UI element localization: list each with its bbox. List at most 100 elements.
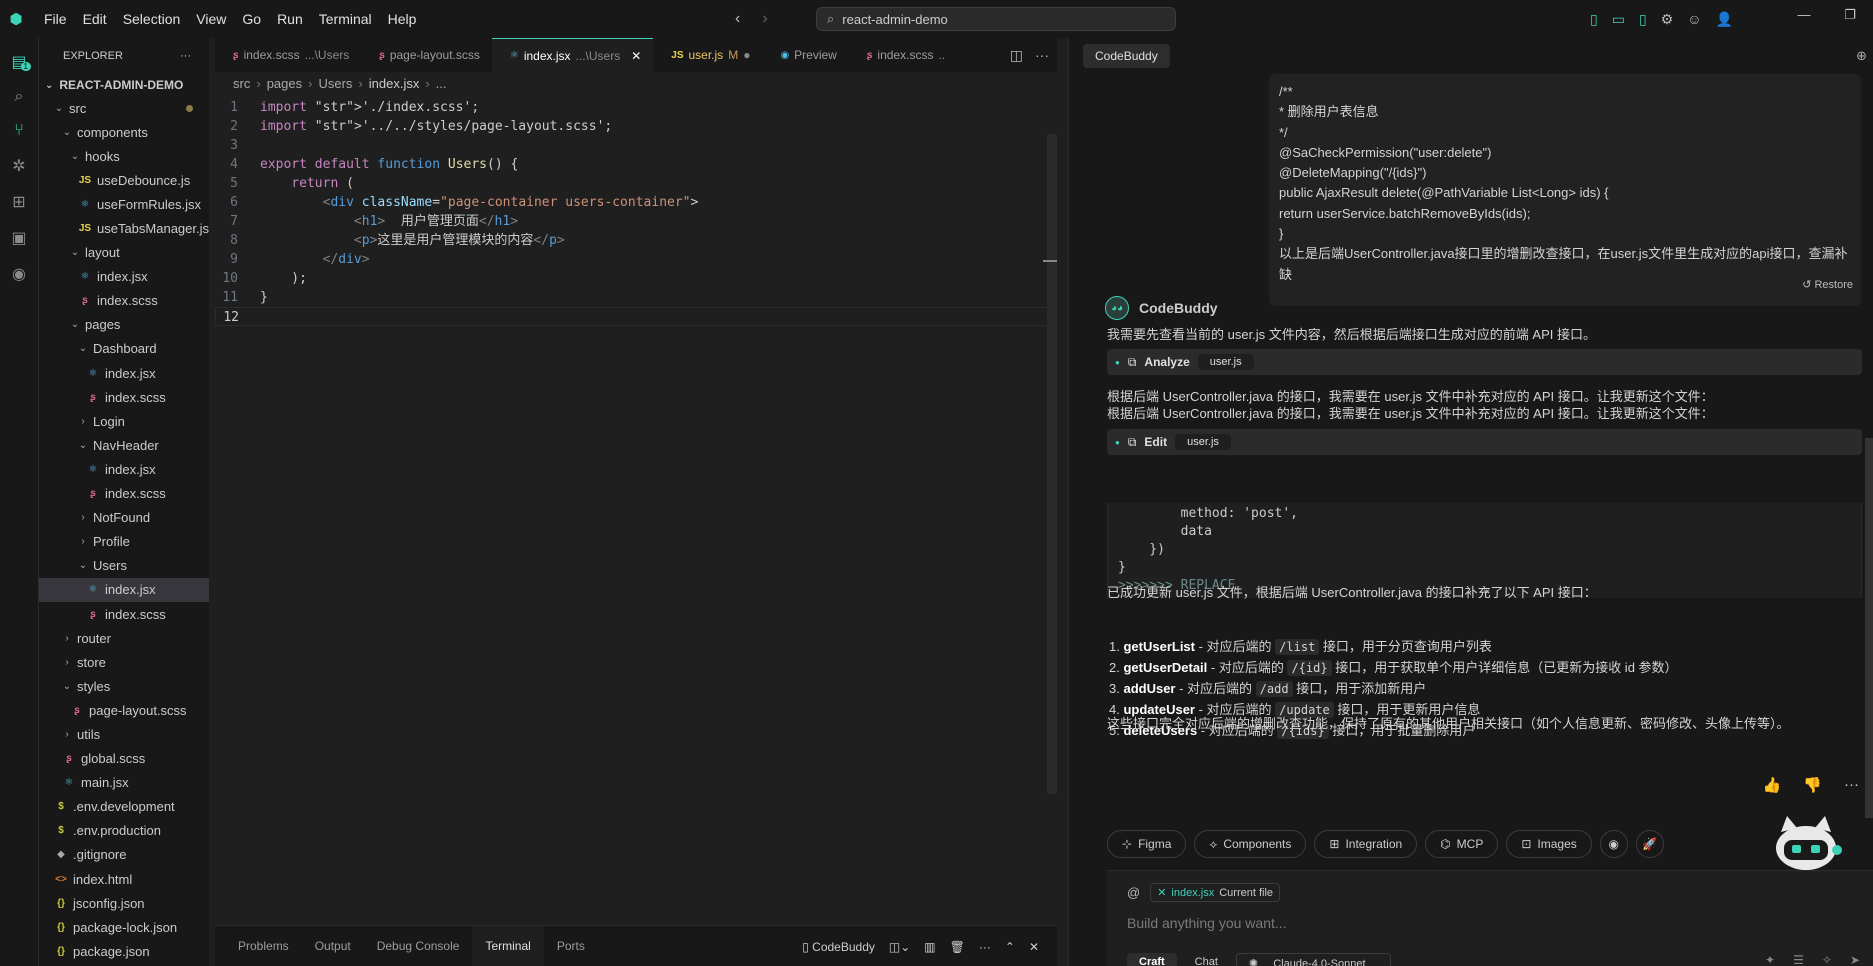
- menu-terminal[interactable]: Terminal: [311, 0, 380, 38]
- edit-tool-call[interactable]: ● ⧉ Edit user.js: [1107, 429, 1862, 455]
- tree-file[interactable]: ʂ index.scss: [39, 385, 209, 409]
- editor-tab[interactable]: JS user.js M ●: [653, 38, 762, 72]
- tree-folder[interactable]: › router: [39, 626, 209, 650]
- breadcrumb-item[interactable]: Users: [318, 76, 352, 91]
- editor-tab[interactable]: ʂ index.scss..: [849, 38, 957, 72]
- menu-file[interactable]: File: [36, 0, 75, 38]
- tree-file[interactable]: ⚛ index.jsx: [39, 577, 209, 602]
- layout-icon[interactable]: ▥: [924, 940, 935, 954]
- source-control-icon[interactable]: ⑂: [0, 122, 38, 140]
- chip-integration[interactable]: ⊞ Integration: [1314, 830, 1418, 858]
- extensions-icon[interactable]: ⊞: [0, 192, 38, 212]
- tree-folder[interactable]: ⌄ styles: [39, 674, 209, 698]
- sparkle-icon[interactable]: ✦: [1765, 953, 1775, 966]
- tree-folder[interactable]: ⌄ Dashboard: [39, 337, 209, 361]
- send-icon[interactable]: ➤: [1850, 953, 1860, 966]
- split-editor-icon[interactable]: ◫: [1010, 47, 1023, 64]
- tree-file[interactable]: ⚛ index.jsx: [39, 457, 209, 481]
- maximize-icon[interactable]: ❐: [1827, 0, 1873, 38]
- new-chat-icon[interactable]: ⊕: [1856, 48, 1867, 64]
- eye-icon[interactable]: ◉: [1599, 830, 1628, 858]
- breadcrumb-item[interactable]: src: [233, 76, 250, 91]
- panel-tab-ports[interactable]: Ports: [544, 926, 598, 966]
- menu-selection[interactable]: Selection: [115, 0, 189, 38]
- toggle-panel-icon[interactable]: ▭: [1612, 11, 1625, 28]
- restore-button[interactable]: ↺ Restore: [1802, 278, 1853, 291]
- more-actions-icon[interactable]: ···: [1035, 47, 1049, 63]
- list-icon[interactable]: ☰: [1793, 953, 1804, 966]
- editor-scrollbar[interactable]: [1047, 134, 1057, 794]
- mention-icon[interactable]: @: [1127, 885, 1140, 900]
- panel-tab-problems[interactable]: Problems: [225, 926, 302, 966]
- split-terminal-icon[interactable]: ◫⌄: [889, 940, 910, 954]
- mode-chat[interactable]: Chat: [1183, 953, 1230, 966]
- chip-mcp[interactable]: ⌬ MCP: [1425, 830, 1499, 858]
- tree-file[interactable]: ʂ page-layout.scss: [39, 698, 209, 722]
- tree-file[interactable]: $ .env.development: [39, 795, 209, 819]
- code-editor[interactable]: 1 import "str">'./index.scss'; 2 import "st…: [215, 94, 1057, 326]
- more-icon[interactable]: ···: [979, 940, 991, 954]
- tree-file[interactable]: ⚛ index.jsx: [39, 361, 209, 385]
- chat-scrollbar[interactable]: [1865, 438, 1873, 818]
- magic-icon[interactable]: ✧: [1822, 953, 1832, 966]
- menu-run[interactable]: Run: [269, 0, 311, 38]
- chat-prompt-input[interactable]: [1127, 915, 1827, 931]
- editor-tab[interactable]: ⚛ index.jsx ...\Users ✕: [491, 38, 654, 72]
- tree-file[interactable]: {} package-lock.json: [39, 915, 209, 939]
- tree-file[interactable]: JS useTabsManager.js: [39, 216, 209, 240]
- toggle-sidebar-icon[interactable]: ▯: [1590, 11, 1598, 28]
- tree-file[interactable]: ʂ index.scss: [39, 289, 209, 313]
- panel-tab-debug-console[interactable]: Debug Console: [364, 926, 473, 966]
- editor-tab[interactable]: ◉ Preview: [762, 38, 848, 72]
- thumbs-down-icon[interactable]: 👎: [1803, 776, 1822, 794]
- thumbs-up-icon[interactable]: 👍: [1763, 776, 1782, 794]
- tree-file[interactable]: ◆ .gitignore: [39, 843, 209, 867]
- chip-images[interactable]: ⊡ Images: [1506, 830, 1592, 858]
- chat-tab[interactable]: CodeBuddy: [1083, 44, 1170, 68]
- remove-icon[interactable]: ✕: [1157, 886, 1166, 899]
- tree-folder[interactable]: ⌄ layout: [39, 241, 209, 265]
- tree-folder[interactable]: ⌄ Users: [39, 554, 209, 578]
- toggle-secondary-sidebar-icon[interactable]: ▯: [1639, 11, 1647, 28]
- search-view-icon[interactable]: ⌕: [0, 88, 38, 106]
- tree-file[interactable]: ʂ global.scss: [39, 747, 209, 771]
- tree-folder[interactable]: ⌄ pages: [39, 313, 209, 337]
- remote-icon[interactable]: ▣: [0, 228, 38, 248]
- run-debug-icon[interactable]: ✲: [0, 156, 38, 176]
- minimize-icon[interactable]: —: [1781, 0, 1827, 38]
- tree-file[interactable]: {} jsconfig.json: [39, 891, 209, 915]
- chip-figma[interactable]: ⊹ Figma: [1107, 830, 1187, 858]
- tree-folder[interactable]: › NotFound: [39, 506, 209, 530]
- tree-file[interactable]: ⚛ index.jsx: [39, 265, 209, 289]
- panel-tab-output[interactable]: Output: [302, 926, 364, 966]
- panel-tab-terminal[interactable]: Terminal: [472, 925, 544, 966]
- mode-craft[interactable]: Craft: [1127, 953, 1177, 966]
- menu-go[interactable]: Go: [234, 0, 269, 38]
- analyze-tool-call[interactable]: ● ⧉ Analyze user.js: [1107, 349, 1862, 375]
- context-file-chip[interactable]: ✕ index.jsx Current file: [1150, 883, 1281, 902]
- breadcrumb-item[interactable]: pages: [267, 76, 302, 91]
- breadcrumb-item[interactable]: index.jsx: [369, 76, 420, 91]
- more-icon[interactable]: ···: [180, 50, 191, 62]
- tree-file[interactable]: ⚛ useFormRules.jsx: [39, 192, 209, 216]
- tree-folder[interactable]: ⌄ src: [39, 96, 209, 120]
- model-selector[interactable]: ✺ Claude-4.0-Sonnet: [1235, 953, 1391, 966]
- menu-help[interactable]: Help: [380, 0, 425, 38]
- rocket-icon[interactable]: 🚀: [1635, 830, 1664, 858]
- tree-folder[interactable]: › store: [39, 650, 209, 674]
- tree-file[interactable]: JS useDebounce.js: [39, 168, 209, 192]
- maximize-panel-icon[interactable]: ⌃: [1005, 940, 1015, 954]
- tree-folder[interactable]: › Profile: [39, 530, 209, 554]
- workspace-root[interactable]: ⌄ REACT-ADMIN-DEMO: [39, 74, 209, 96]
- tree-folder[interactable]: › utils: [39, 722, 209, 746]
- tree-folder[interactable]: ⌄ hooks: [39, 144, 209, 168]
- tree-file[interactable]: ⚛ main.jsx: [39, 771, 209, 795]
- chip-components[interactable]: ⟡ Components: [1194, 830, 1307, 858]
- back-icon[interactable]: ‹: [735, 10, 740, 28]
- explorer-icon[interactable]: ▤ 1: [0, 52, 38, 72]
- tree-file[interactable]: ʂ index.scss: [39, 482, 209, 506]
- editor-tab[interactable]: ʂ page-layout.scss: [361, 38, 492, 72]
- editor-tab[interactable]: ʂ index.scss ...\Users: [215, 38, 361, 72]
- command-center-search[interactable]: ⌕ react-admin-demo: [816, 7, 1176, 31]
- close-panel-icon[interactable]: ✕: [1029, 940, 1039, 954]
